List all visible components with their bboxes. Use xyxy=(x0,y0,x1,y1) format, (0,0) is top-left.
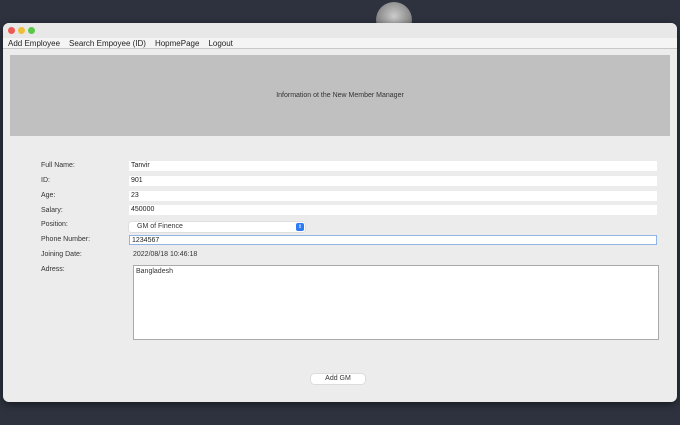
salary-field[interactable]: 450000 xyxy=(129,205,657,215)
position-select[interactable]: GM of Finence ⇕ xyxy=(129,222,305,232)
title-bar xyxy=(3,23,677,38)
id-field[interactable]: 901 xyxy=(129,176,657,186)
menu-add-employee[interactable]: Add Employee xyxy=(8,38,60,48)
age-label: Age: xyxy=(41,192,56,199)
close-button[interactable] xyxy=(8,27,15,34)
phone-field[interactable]: 1234567 xyxy=(129,235,657,245)
menu-bar: Add Employee Search Empoyee (ID) HopmePa… xyxy=(3,38,677,49)
add-gm-button[interactable]: Add GM xyxy=(311,374,365,384)
maximize-button[interactable] xyxy=(28,27,35,34)
menu-search-employee[interactable]: Search Empoyee (ID) xyxy=(69,38,146,48)
app-window: Add Employee Search Empoyee (ID) HopmePa… xyxy=(3,23,677,402)
id-label: ID: xyxy=(41,177,50,184)
minimize-button[interactable] xyxy=(18,27,25,34)
phone-label: Phone Number: xyxy=(41,236,91,243)
joining-date-label: Joining Date: xyxy=(41,251,82,258)
salary-label: Salary: xyxy=(41,207,63,214)
address-label: Adress: xyxy=(41,266,65,273)
age-field[interactable]: 23 xyxy=(129,191,657,201)
position-value: GM of Finence xyxy=(137,223,183,230)
full-name-field[interactable]: Tanvir xyxy=(129,161,657,171)
chevron-updown-icon: ⇕ xyxy=(296,223,304,231)
menu-logout[interactable]: Logout xyxy=(208,38,232,48)
position-label: Position: xyxy=(41,221,68,228)
header-banner: Information ot the New Member Manager xyxy=(10,55,670,136)
banner-title: Information ot the New Member Manager xyxy=(276,92,404,99)
full-name-label: Full Name: xyxy=(41,162,75,169)
joining-date-value: 2022/08/18 10:46:18 xyxy=(133,251,198,258)
menu-homepage[interactable]: HopmePage xyxy=(155,38,199,48)
address-textarea[interactable]: Bangladesh xyxy=(133,265,659,340)
